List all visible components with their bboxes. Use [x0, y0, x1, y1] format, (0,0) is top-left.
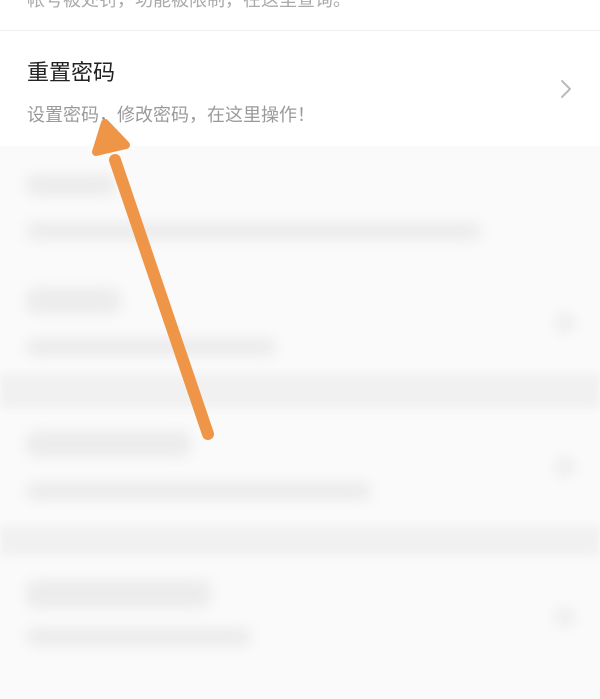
blurred-title — [26, 174, 116, 196]
blurred-chevron — [554, 606, 576, 628]
blurred-chevron — [554, 312, 576, 334]
settings-screen: 帐号被处罚，功能被限制，在这里查询。 重置密码 设置密码，修改密码，在这里操作！ — [0, 0, 600, 699]
blurred-title — [26, 431, 191, 457]
account-restriction-text: 帐号被处罚，功能被限制，在这里查询。 — [27, 0, 351, 11]
reset-password-subtitle: 设置密码，修改密码，在这里操作！ — [27, 105, 315, 126]
blurred-title — [26, 580, 211, 608]
blurred-subtitle — [26, 628, 251, 646]
blurred-separator — [0, 374, 600, 408]
blurred-title — [26, 288, 121, 314]
reset-password-title: 重置密码 — [27, 61, 116, 86]
blurred-subtitle — [26, 482, 371, 500]
blurred-separator — [0, 526, 600, 556]
blurred-subtitle — [26, 222, 481, 240]
account-restriction-row[interactable]: 帐号被处罚，功能被限制，在这里查询。 — [0, 0, 600, 31]
blurred-subtitle — [26, 338, 276, 356]
blurred-content-area — [0, 146, 600, 699]
reset-password-row[interactable]: 重置密码 设置密码，修改密码，在这里操作！ — [0, 31, 600, 146]
blurred-chevron — [554, 456, 576, 478]
chevron-right-icon — [561, 80, 571, 98]
